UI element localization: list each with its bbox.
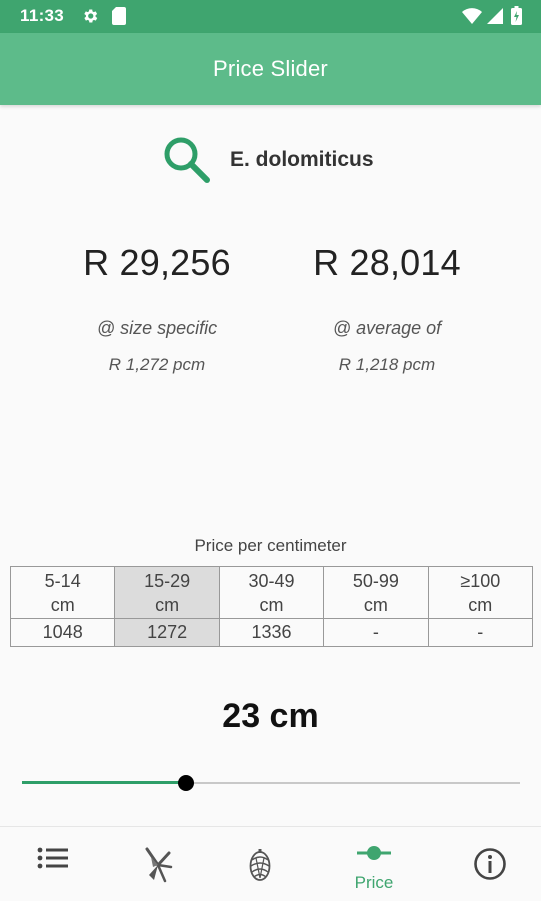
app-title: Price Slider	[213, 56, 328, 81]
bottom-nav: Price	[0, 826, 541, 901]
specific-price-block: R 29,256 @ size specific R 1,272 pcm	[37, 242, 277, 375]
specific-price-pcm: R 1,272 pcm	[108, 355, 206, 374]
size-range: 30-49	[248, 570, 295, 591]
size-unit: cm	[259, 594, 284, 615]
species-name: E. dolomiticus	[230, 148, 374, 171]
price-table-header-row: 5-14 cm 15-29 cm 30-49 cm 50-99 cm ≥100 cm	[9, 566, 534, 619]
size-unit: cm	[363, 594, 388, 615]
gear-icon	[84, 9, 98, 23]
nav-price[interactable]: Price	[320, 827, 428, 901]
size-range-cell-selected: 15-29 cm	[114, 566, 220, 619]
nav-list[interactable]	[0, 827, 108, 901]
price-table: 5-14 cm 15-29 cm 30-49 cm 50-99 cm ≥100 cm 10…	[9, 566, 534, 647]
size-readout: 23 cm	[222, 697, 319, 735]
average-price-caption: @ average of	[332, 318, 442, 338]
specific-price: R 29,256	[83, 242, 231, 283]
size-range-cell: ≥100 cm	[427, 566, 534, 619]
price-value-cell-selected: 1272	[114, 618, 220, 647]
average-price-block: R 28,014 @ average of R 1,218 pcm	[267, 242, 507, 375]
nav-cone[interactable]	[206, 827, 314, 901]
price-value-cell: 1336	[218, 618, 325, 647]
nav-plant[interactable]	[104, 827, 212, 901]
info-icon	[474, 848, 506, 880]
search-icon[interactable]	[160, 134, 212, 186]
slider-thumb[interactable]	[178, 775, 194, 791]
plant-icon	[145, 847, 173, 883]
nav-price-label: Price	[354, 873, 394, 892]
app-bar: Price Slider	[0, 33, 541, 105]
wifi-icon	[462, 8, 482, 24]
price-value-cell: -	[427, 618, 534, 647]
size-unit: cm	[50, 594, 75, 615]
size-range-cell: 50-99 cm	[323, 566, 429, 619]
status-time: 11:33	[20, 6, 65, 25]
size-unit: cm	[468, 594, 493, 615]
size-range-cell: 5-14 cm	[9, 566, 116, 619]
nav-info[interactable]	[436, 827, 541, 901]
sd-card-icon	[112, 7, 126, 25]
species-search[interactable]: E. dolomiticus	[160, 134, 374, 186]
price-table-value-row: 1048 1272 1336 - -	[9, 618, 534, 647]
slider-icon	[357, 846, 391, 860]
size-unit: cm	[155, 594, 180, 615]
size-range: ≥100	[460, 570, 501, 591]
cone-icon	[249, 849, 271, 881]
signal-icon	[487, 8, 503, 24]
specific-price-caption: @ size specific	[96, 318, 218, 338]
size-range-cell: 30-49 cm	[218, 566, 325, 619]
size-range: 5-14	[44, 570, 81, 591]
size-range: 50-99	[352, 570, 399, 591]
slider-fill	[22, 781, 186, 784]
average-price: R 28,014	[313, 242, 461, 283]
status-bar: 11:33	[0, 0, 541, 33]
list-icon	[37, 847, 68, 869]
price-value-cell: -	[323, 618, 429, 647]
average-price-pcm: R 1,218 pcm	[338, 355, 436, 374]
size-range: 15-29	[144, 570, 191, 591]
battery-icon	[511, 6, 522, 25]
price-value-cell: 1048	[9, 618, 116, 647]
price-table-caption: Price per centimeter	[194, 536, 347, 555]
size-slider[interactable]	[22, 771, 520, 795]
